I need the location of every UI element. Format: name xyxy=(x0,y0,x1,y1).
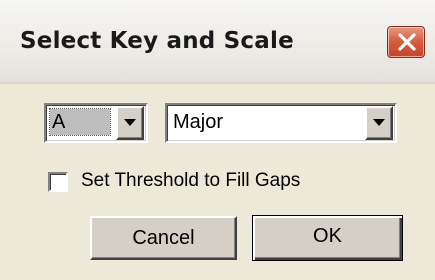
chevron-down-icon xyxy=(124,119,136,126)
close-icon xyxy=(398,33,416,51)
key-select-value: A xyxy=(49,108,111,136)
threshold-checkbox-label[interactable]: Set Threshold to Fill Gaps xyxy=(81,170,300,192)
scale-dropdown-button[interactable] xyxy=(365,106,393,140)
threshold-checkbox[interactable] xyxy=(48,172,68,192)
ok-button[interactable]: OK xyxy=(252,215,403,261)
dialog-title: Select Key and Scale xyxy=(20,28,294,54)
chevron-down-icon xyxy=(373,119,385,126)
key-dropdown-button[interactable] xyxy=(116,106,144,140)
close-button[interactable] xyxy=(387,26,425,58)
key-select[interactable]: A xyxy=(44,103,148,143)
scale-select-value: Major xyxy=(173,111,224,133)
cancel-button[interactable]: Cancel xyxy=(90,216,237,260)
title-bar: Select Key and Scale xyxy=(0,0,435,84)
scale-select[interactable]: Major xyxy=(165,103,397,143)
